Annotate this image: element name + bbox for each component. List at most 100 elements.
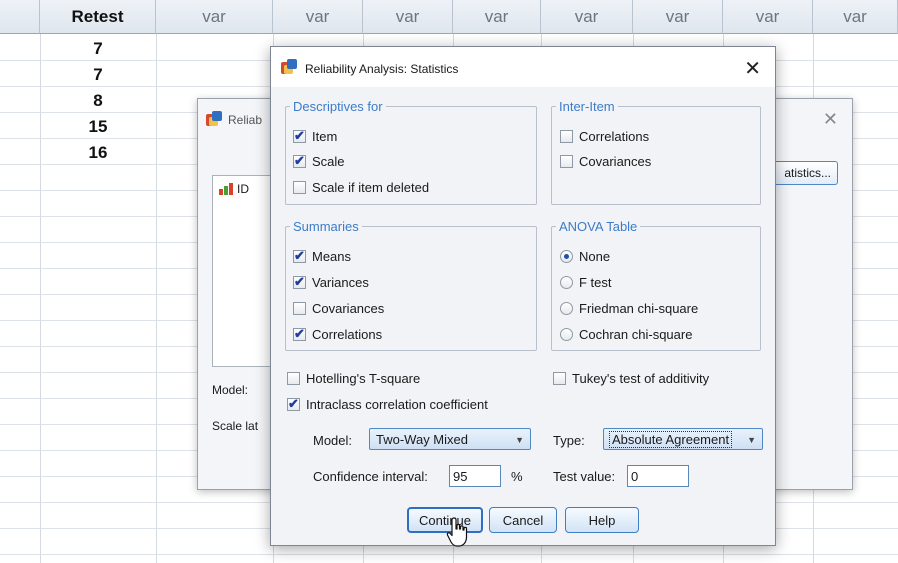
intraclass-correlation-checkbox[interactable]: Intraclass correlation coefficient [287,396,488,412]
radio-label: Friedman chi-square [579,301,699,316]
model-dropdown[interactable]: Two-Way Mixed ▼ [369,428,531,450]
retest-cell[interactable]: 8 [40,88,156,114]
dialog-title: Reliability Analysis: Statistics [305,62,459,76]
close-icon[interactable]: ✕ [744,56,761,81]
scale-variable-icon [219,183,233,195]
means-checkbox[interactable]: Means [293,248,352,264]
checkbox-box [293,153,306,169]
retest-cell[interactable]: 15 [40,114,156,140]
retest-cell[interactable]: 7 [40,62,156,88]
column-header-var[interactable]: var [273,0,363,34]
test-value-label: Test value: [553,469,616,484]
checkbox-label: Intraclass correlation coefficient [306,397,488,412]
statistics-dialog: Reliability Analysis: Statistics ✕ Descr… [270,46,776,546]
radio-circle [560,328,573,341]
inter-item-covariances-checkbox[interactable]: Covariances [560,154,651,169]
group-legend: ANOVA Table [559,219,638,234]
confidence-interval-input[interactable]: 95 [449,465,501,487]
item-checkbox[interactable]: Item [293,128,338,144]
radio-label: F test [579,275,612,290]
checkbox-label: Covariances [312,301,385,316]
anova-none-radio[interactable]: None [560,249,610,264]
help-button[interactable]: Help [565,507,639,533]
grid-line [0,554,898,555]
checkbox-label: Scale if item deleted [312,180,430,195]
type-dropdown[interactable]: Absolute Agreement ▼ [603,428,763,450]
checkbox-label: Tukey's test of additivity [572,371,710,386]
column-header-var[interactable]: var [541,0,633,34]
summary-covariances-checkbox[interactable]: Covariances [293,301,384,316]
column-header-var[interactable]: var [633,0,723,34]
radio-label: Cochran chi-square [579,327,693,342]
dialog-titlebar: Reliability Analysis: Statistics ✕ [271,47,775,87]
model-label: Model: [212,383,249,397]
group-legend: Descriptives for [293,99,383,114]
column-header-var[interactable]: var [453,0,541,34]
tukey-checkbox[interactable]: Tukey's test of additivity [553,371,709,386]
checkbox-box [293,128,306,144]
group-legend: Summaries [293,219,359,234]
scale-checkbox[interactable]: Scale [293,153,345,169]
radio-circle [560,302,573,315]
checkbox-label: Variances [312,275,369,290]
row-header-corner [0,0,40,34]
column-header-var[interactable]: var [813,0,898,34]
radio-label: None [579,249,611,264]
spss-app-icon [281,59,297,75]
test-value-input[interactable]: 0 [627,465,689,487]
variances-checkbox[interactable]: Variances [293,274,369,290]
anova-f-test-radio[interactable]: F test [560,275,612,290]
variable-label: ID [237,182,249,196]
model-label: Model: [313,433,353,448]
checkbox-label: Correlations [579,129,650,144]
checkbox-label: Means [312,249,352,264]
anova-friedman-radio[interactable]: Friedman chi-square [560,301,698,316]
checkbox-label: Scale [312,154,345,169]
group-legend: Inter-Item [559,99,615,114]
anova-cochran-radio[interactable]: Cochran chi-square [560,327,692,342]
checkbox-box [560,130,573,143]
checkbox-box [293,274,306,290]
column-header-var[interactable]: var [723,0,813,34]
checkbox-label: Covariances [579,154,652,169]
retest-cell[interactable]: 7 [40,36,156,62]
confidence-interval-label: Confidence interval: [313,469,428,484]
type-label: Type: [553,433,585,448]
grid-line [156,34,157,563]
percent-unit: % [511,469,523,484]
radio-circle [560,250,573,263]
checkbox-box [560,155,573,168]
radio-circle [560,276,573,289]
scale-label: Scale lat [212,419,259,433]
close-icon[interactable]: ✕ [823,109,838,130]
hotelling-checkbox[interactable]: Hotelling's T-square [287,371,420,386]
chevron-down-icon: ▼ [515,435,524,445]
spss-app-icon [206,111,222,127]
checkbox-box [293,248,306,264]
hand-cursor-icon [446,517,468,547]
list-item[interactable]: ID [219,182,249,196]
column-header-var[interactable]: var [363,0,453,34]
model-value: Two-Way Mixed [376,431,468,447]
checkbox-box [293,181,306,194]
column-header-var[interactable]: var [156,0,273,34]
dialog-title: Reliab [228,113,263,127]
checkbox-box [287,396,300,412]
summary-correlations-checkbox[interactable]: Correlations [293,326,383,342]
checkbox-label: Correlations [312,327,383,342]
checkbox-box [293,302,306,315]
checkbox-box [553,372,566,385]
checkbox-box [293,326,306,342]
scale-if-item-deleted-checkbox[interactable]: Scale if item deleted [293,180,429,195]
chevron-down-icon: ▼ [747,435,756,445]
checkbox-label: Item [312,129,338,144]
inter-item-correlations-checkbox[interactable]: Correlations [560,129,649,144]
inter-item-group: Inter-Item [551,99,761,205]
statistics-button[interactable]: atistics... [768,161,838,185]
cancel-button[interactable]: Cancel [489,507,557,533]
checkbox-box [287,372,300,385]
type-value: Absolute Agreement [608,430,733,448]
column-header-retest[interactable]: Retest [40,0,156,34]
checkbox-label: Hotelling's T-square [306,371,421,386]
retest-cell[interactable]: 16 [40,140,156,166]
